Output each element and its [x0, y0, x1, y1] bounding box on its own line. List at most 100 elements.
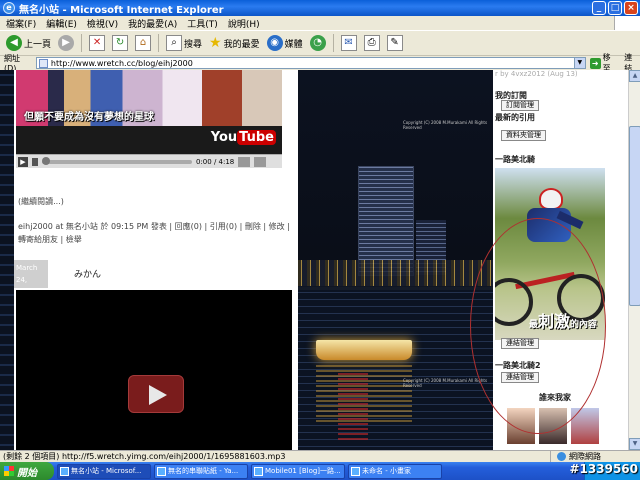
city-lights [298, 260, 493, 286]
taskbar-item-mobile01[interactable]: Mobile01 [Blog]一路... [251, 463, 345, 479]
menu-bar: 檔案(F) 編輯(E) 檢視(V) 我的最愛(A) 工具(T) 說明(H) [0, 16, 640, 30]
post-date-month: March [16, 264, 38, 272]
favorites-label: 我的最愛 [223, 39, 260, 50]
mail-button[interactable]: ✉ [339, 32, 359, 54]
fullscreen-icon[interactable] [254, 156, 267, 167]
red-light-reflection [338, 370, 368, 440]
windows-flag-icon [4, 466, 14, 476]
scroll-up-icon[interactable]: ▲ [629, 70, 640, 82]
seek-knob[interactable] [42, 156, 50, 165]
mail-icon: ✉ [340, 35, 357, 51]
post-title[interactable]: みかん [74, 267, 101, 280]
address-dropdown-icon[interactable]: ▼ [573, 58, 585, 68]
edit-icon: ✎ [386, 35, 403, 51]
refresh-button[interactable]: ↻ [110, 32, 130, 54]
history-icon: ◔ [309, 35, 326, 51]
ie-icon [157, 466, 166, 476]
security-zone: 網際網路 [550, 451, 640, 462]
vertical-scrollbar[interactable]: ▲ ▼ [628, 70, 640, 450]
toolbar-separator [332, 34, 334, 52]
ie-icon [254, 466, 263, 476]
close-button[interactable]: × [624, 1, 638, 15]
watermark: #1339560 [569, 462, 638, 476]
zone-label: 網際網路 [569, 452, 601, 461]
forward-button[interactable]: ▶ [56, 32, 76, 54]
stop-icon: ✕ [89, 35, 106, 51]
scroll-thumb[interactable] [629, 126, 640, 306]
back-label: 上一頁 [24, 39, 52, 50]
menu-file[interactable]: 檔案(F) [6, 17, 36, 30]
start-button[interactable]: 開始 [0, 462, 54, 480]
embedded-video-player[interactable] [16, 290, 292, 450]
favorites-button[interactable]: ★ 我的最愛 [207, 32, 262, 54]
windows-logo [614, 16, 640, 30]
ie-icon: e [3, 2, 15, 14]
taskbar-item-label: 無名小站 - Microsof... [71, 467, 142, 475]
media-button[interactable]: ◉ 媒體 [265, 32, 305, 54]
star-icon: ★ [209, 35, 222, 51]
history-button[interactable]: ◔ [308, 32, 328, 54]
menu-favorites[interactable]: 我的最愛(A) [128, 17, 177, 30]
toolbar-separator [81, 34, 83, 52]
page-icon [38, 58, 48, 68]
volume-icon[interactable] [238, 156, 251, 167]
taskbar: 開始 無名小站 - Microsof... 無名的串聯貼紙 - Ya... Mo… [0, 462, 640, 480]
lit-boat [316, 340, 412, 360]
maximize-button[interactable]: □ [608, 1, 622, 15]
post-date: March 24, 2009 [14, 260, 48, 296]
page-content: Copyright (C) 2008 M.Murakami All Rights… [0, 70, 628, 450]
menu-view[interactable]: 檢視(V) [87, 17, 118, 30]
subscriptions-manage-button[interactable]: 訂閱管理 [501, 100, 539, 111]
scroll-down-icon[interactable]: ▼ [629, 438, 640, 450]
video-control-bar: ▶ 0:00 / 4:18 [16, 154, 282, 168]
address-bar: 網址(D) http://www.wretch.cc/blog/eihj2000… [0, 53, 640, 73]
youtube-video-player[interactable]: 但願不要成為沒有夢想的星球 You Tube [16, 70, 282, 154]
taskbar-item-yahoo[interactable]: 無名的串聯貼紙 - Ya... [154, 463, 248, 479]
taskbar-item-label: 未命名 - 小畫家 [362, 467, 411, 475]
sidebar-fade-text: r by 4vxz2012 (Aug 13) [495, 70, 578, 78]
print-button[interactable]: ⎙ [362, 32, 382, 54]
ie-icon [60, 466, 69, 476]
start-label: 開始 [17, 467, 37, 479]
section1-heading: 一路美北騎 [495, 155, 535, 164]
play-button[interactable]: ▶ [18, 156, 28, 167]
paint-icon [351, 466, 360, 476]
address-input[interactable]: http://www.wretch.cc/blog/eihj2000 ▼ [35, 57, 586, 69]
media-icon: ◉ [266, 35, 283, 51]
go-arrow-icon: ➜ [589, 57, 601, 69]
city-copyright-top: Copyright (C) 2008 M.Murakami All Rights… [403, 120, 488, 130]
search-icon: ⌕ [166, 35, 183, 51]
taskbar-item-ie[interactable]: 無名小站 - Microsof... [57, 463, 151, 479]
refresh-icon: ↻ [112, 35, 129, 51]
seek-bar[interactable] [42, 156, 192, 165]
toolbar-separator [158, 34, 160, 52]
stop-button[interactable]: ✕ [87, 32, 107, 54]
back-button[interactable]: ◀ 上一頁 [4, 32, 53, 54]
back-arrow-icon: ◀ [6, 35, 22, 51]
background-night-city-image: Copyright (C) 2008 M.Murakami All Rights… [298, 70, 493, 450]
helmet [539, 188, 563, 210]
home-button[interactable]: ⌂ [133, 32, 153, 54]
home-icon: ⌂ [135, 35, 152, 51]
edit-button[interactable]: ✎ [385, 32, 405, 54]
status-text: (剩餘 2 個項目) http://f5.wretch.yimg.com/eih… [3, 452, 286, 461]
read-more-link[interactable]: (繼續閱讀...) [18, 196, 64, 207]
taskbar-item-label: Mobile01 [Blog]一路... [265, 467, 341, 475]
video-caption: 但願不要成為沒有夢想的星球 [24, 112, 154, 123]
stop-icon[interactable] [32, 157, 38, 166]
forward-arrow-icon: ▶ [58, 35, 75, 51]
menu-edit[interactable]: 編輯(E) [46, 17, 77, 30]
video-time: 0:00 / 4:18 [196, 157, 235, 166]
post-meta[interactable]: eihj2000 at 無名小站 於 09:15 PM 發表 | 回應(0) |… [18, 220, 292, 246]
menu-help[interactable]: 說明(H) [228, 17, 260, 30]
search-button[interactable]: ⌕ 搜尋 [164, 32, 204, 54]
youtube-logo-tube: Tube [237, 130, 276, 145]
youtube-logo: You Tube [210, 130, 276, 145]
taskbar-item-paint[interactable]: 未命名 - 小畫家 [348, 463, 442, 479]
menu-tools[interactable]: 工具(T) [187, 17, 218, 30]
big-play-button[interactable] [128, 375, 184, 413]
folder-manage-button[interactable]: 資料夾管理 [501, 130, 546, 141]
minimize-button[interactable]: _ [592, 1, 606, 15]
status-bar: (剩餘 2 個項目) http://f5.wretch.yimg.com/eih… [0, 450, 640, 462]
window-title: 無名小站 - Microsoft Internet Explorer [19, 4, 224, 16]
